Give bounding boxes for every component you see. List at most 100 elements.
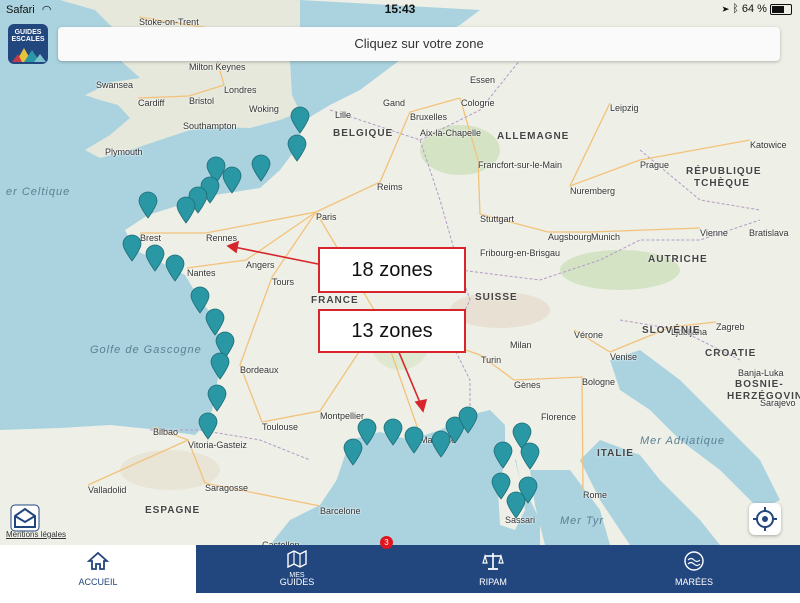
map-pin-icon bbox=[357, 418, 377, 446]
tab-bar: ACCUEIL MES GUIDES RIPAM MARÉES bbox=[0, 545, 800, 593]
country-label: TCHÈQUE bbox=[694, 178, 750, 189]
city-label: Stuttgart bbox=[480, 214, 515, 224]
city-label: Londres bbox=[224, 85, 257, 95]
status-time: 15:43 bbox=[384, 2, 416, 16]
city-label: Bilbao bbox=[153, 427, 179, 437]
zone-marker[interactable] bbox=[145, 244, 165, 272]
city-label: Nantes bbox=[187, 268, 216, 278]
status-bar: Safari ◠ 15:43 ➤ ᛒ 64 % bbox=[0, 0, 800, 18]
tab-accueil[interactable]: ACCUEIL bbox=[0, 545, 196, 593]
callout-13-zones: 13 zones bbox=[318, 309, 466, 353]
logo-triangles-icon bbox=[12, 48, 46, 62]
map-screen: Stoke-on-TrentNottinghamMilton KeynesSwa… bbox=[0, 0, 800, 603]
city-label: Venise bbox=[610, 352, 638, 362]
city-label: Rennes bbox=[206, 233, 238, 243]
zone-marker[interactable] bbox=[493, 441, 513, 469]
zone-marker[interactable] bbox=[122, 234, 142, 262]
envelope-icon bbox=[10, 504, 40, 532]
city-label: Angers bbox=[246, 260, 275, 270]
city-label: Tours bbox=[272, 277, 295, 287]
city-label: Plymouth bbox=[105, 147, 143, 157]
city-label: Fribourg-en-Brisgau bbox=[480, 248, 561, 258]
zone-marker[interactable] bbox=[290, 106, 310, 134]
country-label: SLOVÉNIE bbox=[642, 325, 701, 336]
bottom-strip bbox=[0, 593, 800, 603]
city-label: Milton Keynes bbox=[189, 62, 246, 72]
sea-label: Golfe de Gascogne bbox=[90, 344, 202, 356]
city-label: Bratislava bbox=[749, 228, 789, 238]
app-logo[interactable]: GUIDES ESCALES bbox=[8, 24, 48, 64]
country-label: BELGIQUE bbox=[333, 128, 394, 139]
city-label: Rome bbox=[583, 490, 608, 500]
city-label: Woking bbox=[249, 104, 279, 114]
zone-marker[interactable] bbox=[383, 418, 403, 446]
page-title: Cliquez sur votre zone bbox=[354, 36, 484, 51]
status-right: ➤ ᛒ 64 % bbox=[723, 3, 792, 15]
city-label: Cologne bbox=[461, 98, 495, 108]
country-label: CROATIE bbox=[705, 348, 757, 359]
map-pin-icon bbox=[383, 418, 403, 446]
city-label: Florence bbox=[541, 412, 577, 422]
zone-marker[interactable] bbox=[287, 134, 307, 162]
zone-marker[interactable] bbox=[520, 442, 540, 470]
legal-link[interactable]: Mentions légales bbox=[6, 530, 66, 539]
zone-marker[interactable] bbox=[404, 426, 424, 454]
zone-marker[interactable] bbox=[357, 418, 377, 446]
mail-button[interactable] bbox=[10, 504, 40, 532]
map-pin-icon bbox=[122, 234, 142, 262]
zone-marker[interactable] bbox=[176, 196, 196, 224]
country-label: BOSNIE- bbox=[735, 379, 784, 390]
zone-marker[interactable] bbox=[458, 406, 478, 434]
city-label: Swansea bbox=[96, 80, 134, 90]
map-guides-icon bbox=[287, 549, 307, 568]
zone-marker[interactable] bbox=[207, 384, 227, 412]
map-pin-icon bbox=[251, 154, 271, 182]
map-pin-icon bbox=[506, 491, 526, 519]
city-label: Turin bbox=[481, 355, 502, 365]
tab-mes-guides[interactable]: MES GUIDES bbox=[196, 545, 398, 593]
city-label: Essen bbox=[470, 75, 496, 85]
city-label: Saragosse bbox=[205, 483, 249, 493]
zone-marker[interactable] bbox=[198, 412, 218, 440]
map-pin-icon bbox=[145, 244, 165, 272]
city-label: Nuremberg bbox=[570, 186, 616, 196]
sea-label: er Celtique bbox=[6, 186, 71, 198]
country-label: FRANCE bbox=[311, 295, 359, 306]
zone-marker[interactable] bbox=[251, 154, 271, 182]
sea-label: Mer Adriatique bbox=[640, 435, 726, 447]
map-pin-icon bbox=[210, 352, 230, 380]
city-label: Aix-la-Chapelle bbox=[420, 128, 482, 138]
locate-me-button[interactable] bbox=[749, 503, 781, 535]
city-label: Zagreb bbox=[716, 322, 745, 332]
crosshair-icon bbox=[753, 507, 777, 531]
zone-marker[interactable] bbox=[165, 254, 185, 282]
city-label: Katowice bbox=[750, 140, 787, 150]
notification-badge: 3 bbox=[380, 536, 393, 549]
map-pin-icon bbox=[493, 441, 513, 469]
map-pin-icon bbox=[290, 106, 310, 134]
city-label: Prague bbox=[640, 160, 670, 170]
zone-marker[interactable] bbox=[506, 491, 526, 519]
city-label: Lille bbox=[335, 110, 352, 120]
city-label: Augsbourg bbox=[548, 232, 592, 242]
city-label: Stoke-on-Trent bbox=[139, 17, 199, 27]
city-label: Vitoria-Gasteiz bbox=[188, 440, 247, 450]
country-label: ALLEMAGNE bbox=[497, 131, 570, 142]
map-pin-icon bbox=[520, 442, 540, 470]
zone-marker[interactable] bbox=[138, 191, 158, 219]
country-label: RÉPUBLIQUE bbox=[686, 166, 762, 177]
city-label: Gènes bbox=[514, 380, 541, 390]
city-label: Toulouse bbox=[262, 422, 299, 432]
tab-label-ripam: RIPAM bbox=[479, 577, 507, 587]
map-pin-icon bbox=[404, 426, 424, 454]
city-label: Gand bbox=[383, 98, 406, 108]
country-label: AUTRICHE bbox=[648, 254, 708, 265]
city-label: Banja-Luka bbox=[738, 368, 784, 378]
zone-marker[interactable] bbox=[210, 352, 230, 380]
tab-marees[interactable]: MARÉES bbox=[588, 545, 800, 593]
tab-ripam[interactable]: RIPAM bbox=[398, 545, 588, 593]
city-label: Reims bbox=[377, 182, 403, 192]
zone-marker[interactable] bbox=[222, 166, 242, 194]
city-label: Bruxelles bbox=[410, 112, 448, 122]
city-label: Bordeaux bbox=[240, 365, 279, 375]
